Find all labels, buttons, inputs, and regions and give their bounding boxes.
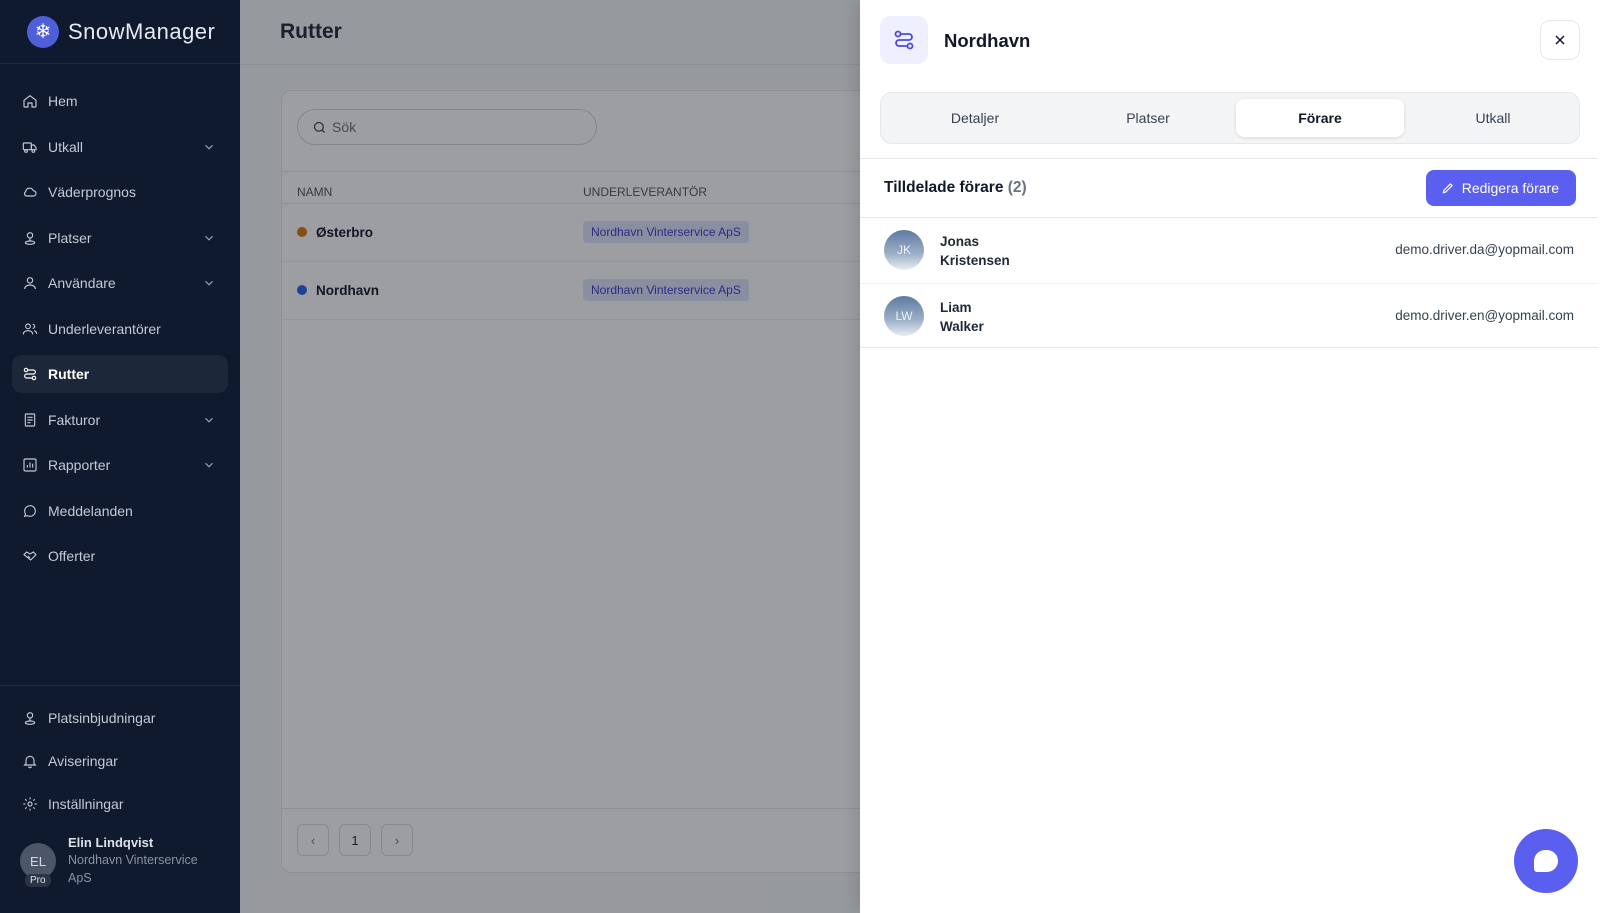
avatar: JK — [884, 230, 924, 270]
route-icon — [21, 365, 39, 383]
chevron-down-icon — [202, 413, 216, 427]
sidebar-item-rapporter[interactable]: Rapporter — [12, 446, 228, 484]
sidebar-item-label: Rapporter — [48, 457, 111, 473]
snowflake-logo-icon: ❄ — [27, 15, 59, 48]
tab-utkall[interactable]: Utkall — [1409, 99, 1577, 137]
sidebar-item-label: Platsinbjudningar — [48, 710, 156, 726]
brand[interactable]: ❄ SnowManager — [0, 0, 240, 64]
sidebar-item-label: Fakturor — [48, 411, 101, 428]
sidebar-item-rutter[interactable]: Rutter — [12, 355, 228, 393]
assigned-drivers-section: Tilldelade förare (2) Redigera förare JK… — [860, 158, 1598, 348]
route-drawer: Nordhavn Detaljer Platser Förare Utkall … — [860, 0, 1600, 913]
chat-button[interactable] — [1514, 829, 1578, 893]
chart-icon — [21, 456, 39, 474]
tab-platser[interactable]: Platser — [1064, 99, 1232, 137]
sidebar-item-label: Hem — [48, 93, 78, 109]
gear-icon — [21, 795, 39, 813]
driver-first-name: Jonas — [940, 234, 980, 249]
sidebar-item-underleverantorer[interactable]: Underleverantörer — [12, 310, 228, 348]
sidebar-item-platser[interactable]: Platser — [12, 219, 228, 257]
sidebar-item-label: Användare — [48, 275, 116, 291]
sidebar-item-fakturor[interactable]: Fakturor — [12, 401, 228, 439]
sidebar-item-offerter[interactable]: Offerter — [12, 537, 228, 575]
bell-icon — [21, 752, 39, 770]
avatar-container: EL Pro — [20, 843, 56, 887]
driver-email: demo.driver.en@yopmail.com — [1395, 308, 1574, 323]
chevron-down-icon — [202, 140, 216, 154]
sidebar-item-label: Aviseringar — [48, 753, 118, 769]
route-icon — [880, 16, 928, 64]
plan-badge: Pro — [25, 874, 51, 887]
drawer-header: Nordhavn — [860, 0, 1600, 80]
close-button[interactable] — [1540, 20, 1580, 60]
close-icon — [1555, 35, 1565, 45]
driver-last-name: Kristensen — [940, 253, 1010, 268]
cloud-icon — [21, 183, 39, 201]
user-company: Nordhavn Vinterservice ApS — [68, 853, 198, 885]
edit-drivers-label: Redigera förare — [1461, 180, 1559, 196]
brand-name: SnowManager — [68, 18, 216, 44]
sidebar-item-label: Väderprognos — [48, 184, 136, 200]
user-name: Elin Lindqvist — [68, 835, 154, 850]
avatar: LW — [884, 296, 924, 336]
driver-name: Jonas Kristensen — [940, 232, 1010, 270]
user-info: Elin Lindqvist Nordhavn Vinterservice Ap… — [68, 835, 218, 887]
sidebar: ❄ SnowManager Hem Utkall Väderprognos Pl… — [0, 0, 240, 913]
user-icon — [21, 274, 39, 292]
driver-email: demo.driver.da@yopmail.com — [1395, 242, 1574, 257]
chevron-down-icon — [202, 458, 216, 472]
sidebar-item-anvandare[interactable]: Användare — [12, 264, 228, 302]
sidebar-nav: Hem Utkall Väderprognos Platser Användar… — [0, 64, 240, 575]
chevron-down-icon — [202, 276, 216, 290]
sidebar-item-hem[interactable]: Hem — [12, 82, 228, 120]
users-icon — [21, 320, 39, 338]
chevron-down-icon — [202, 231, 216, 245]
sidebar-item-utkall[interactable]: Utkall — [12, 128, 228, 166]
location-invite-icon — [21, 709, 39, 727]
sidebar-item-vaderprognos[interactable]: Väderprognos — [12, 173, 228, 211]
driver-last-name: Walker — [940, 319, 984, 334]
location-icon — [21, 229, 39, 247]
sidebar-item-meddelanden[interactable]: Meddelanden — [12, 492, 228, 530]
tab-detaljer[interactable]: Detaljer — [891, 99, 1059, 137]
driver-count: (2) — [1007, 179, 1027, 196]
message-icon — [21, 502, 39, 520]
invoice-icon — [21, 411, 39, 429]
tab-forare[interactable]: Förare — [1236, 99, 1404, 137]
sidebar-item-label: Rutter — [48, 366, 90, 382]
handshake-icon — [21, 547, 39, 565]
sidebar-item-label: Utkall — [48, 138, 84, 155]
pencil-icon — [1442, 183, 1453, 194]
edit-drivers-button[interactable]: Redigera förare — [1425, 170, 1576, 206]
sidebar-item-label: Inställningar — [48, 796, 124, 812]
chat-bubble-icon — [1534, 850, 1558, 872]
list-item[interactable]: LW Liam Walker demo.driver.en@yopmail.co… — [860, 283, 1598, 348]
home-icon — [21, 92, 39, 110]
sidebar-item-label: Meddelanden — [48, 502, 133, 519]
drawer-title: Nordhavn — [944, 30, 1031, 51]
section-title: Tilldelade förare (2) — [884, 179, 1027, 197]
truck-icon — [21, 138, 39, 156]
sidebar-item-installningar[interactable]: Inställningar — [12, 786, 228, 822]
sidebar-bottom: Platsinbjudningar Aviseringar Inställnin… — [0, 685, 240, 913]
list-item[interactable]: JK Jonas Kristensen demo.driver.da@yopma… — [860, 218, 1598, 283]
sidebar-item-label: Platser — [48, 229, 92, 246]
section-header: Tilldelade förare (2) Redigera förare — [860, 159, 1598, 218]
sidebar-item-platsinbjudningar[interactable]: Platsinbjudningar — [12, 700, 228, 736]
sidebar-item-label: Underleverantörer — [48, 320, 161, 337]
drawer-tabs: Detaljer Platser Förare Utkall — [880, 92, 1580, 144]
driver-first-name: Liam — [940, 300, 972, 315]
section-title-text: Tilldelade förare — [884, 179, 1004, 196]
driver-name: Liam Walker — [940, 298, 984, 336]
sidebar-item-label: Offerter — [48, 548, 96, 564]
sidebar-item-aviseringar[interactable]: Aviseringar — [12, 743, 228, 779]
user-profile[interactable]: EL Pro Elin Lindqvist Nordhavn Vinterser… — [0, 829, 240, 913]
